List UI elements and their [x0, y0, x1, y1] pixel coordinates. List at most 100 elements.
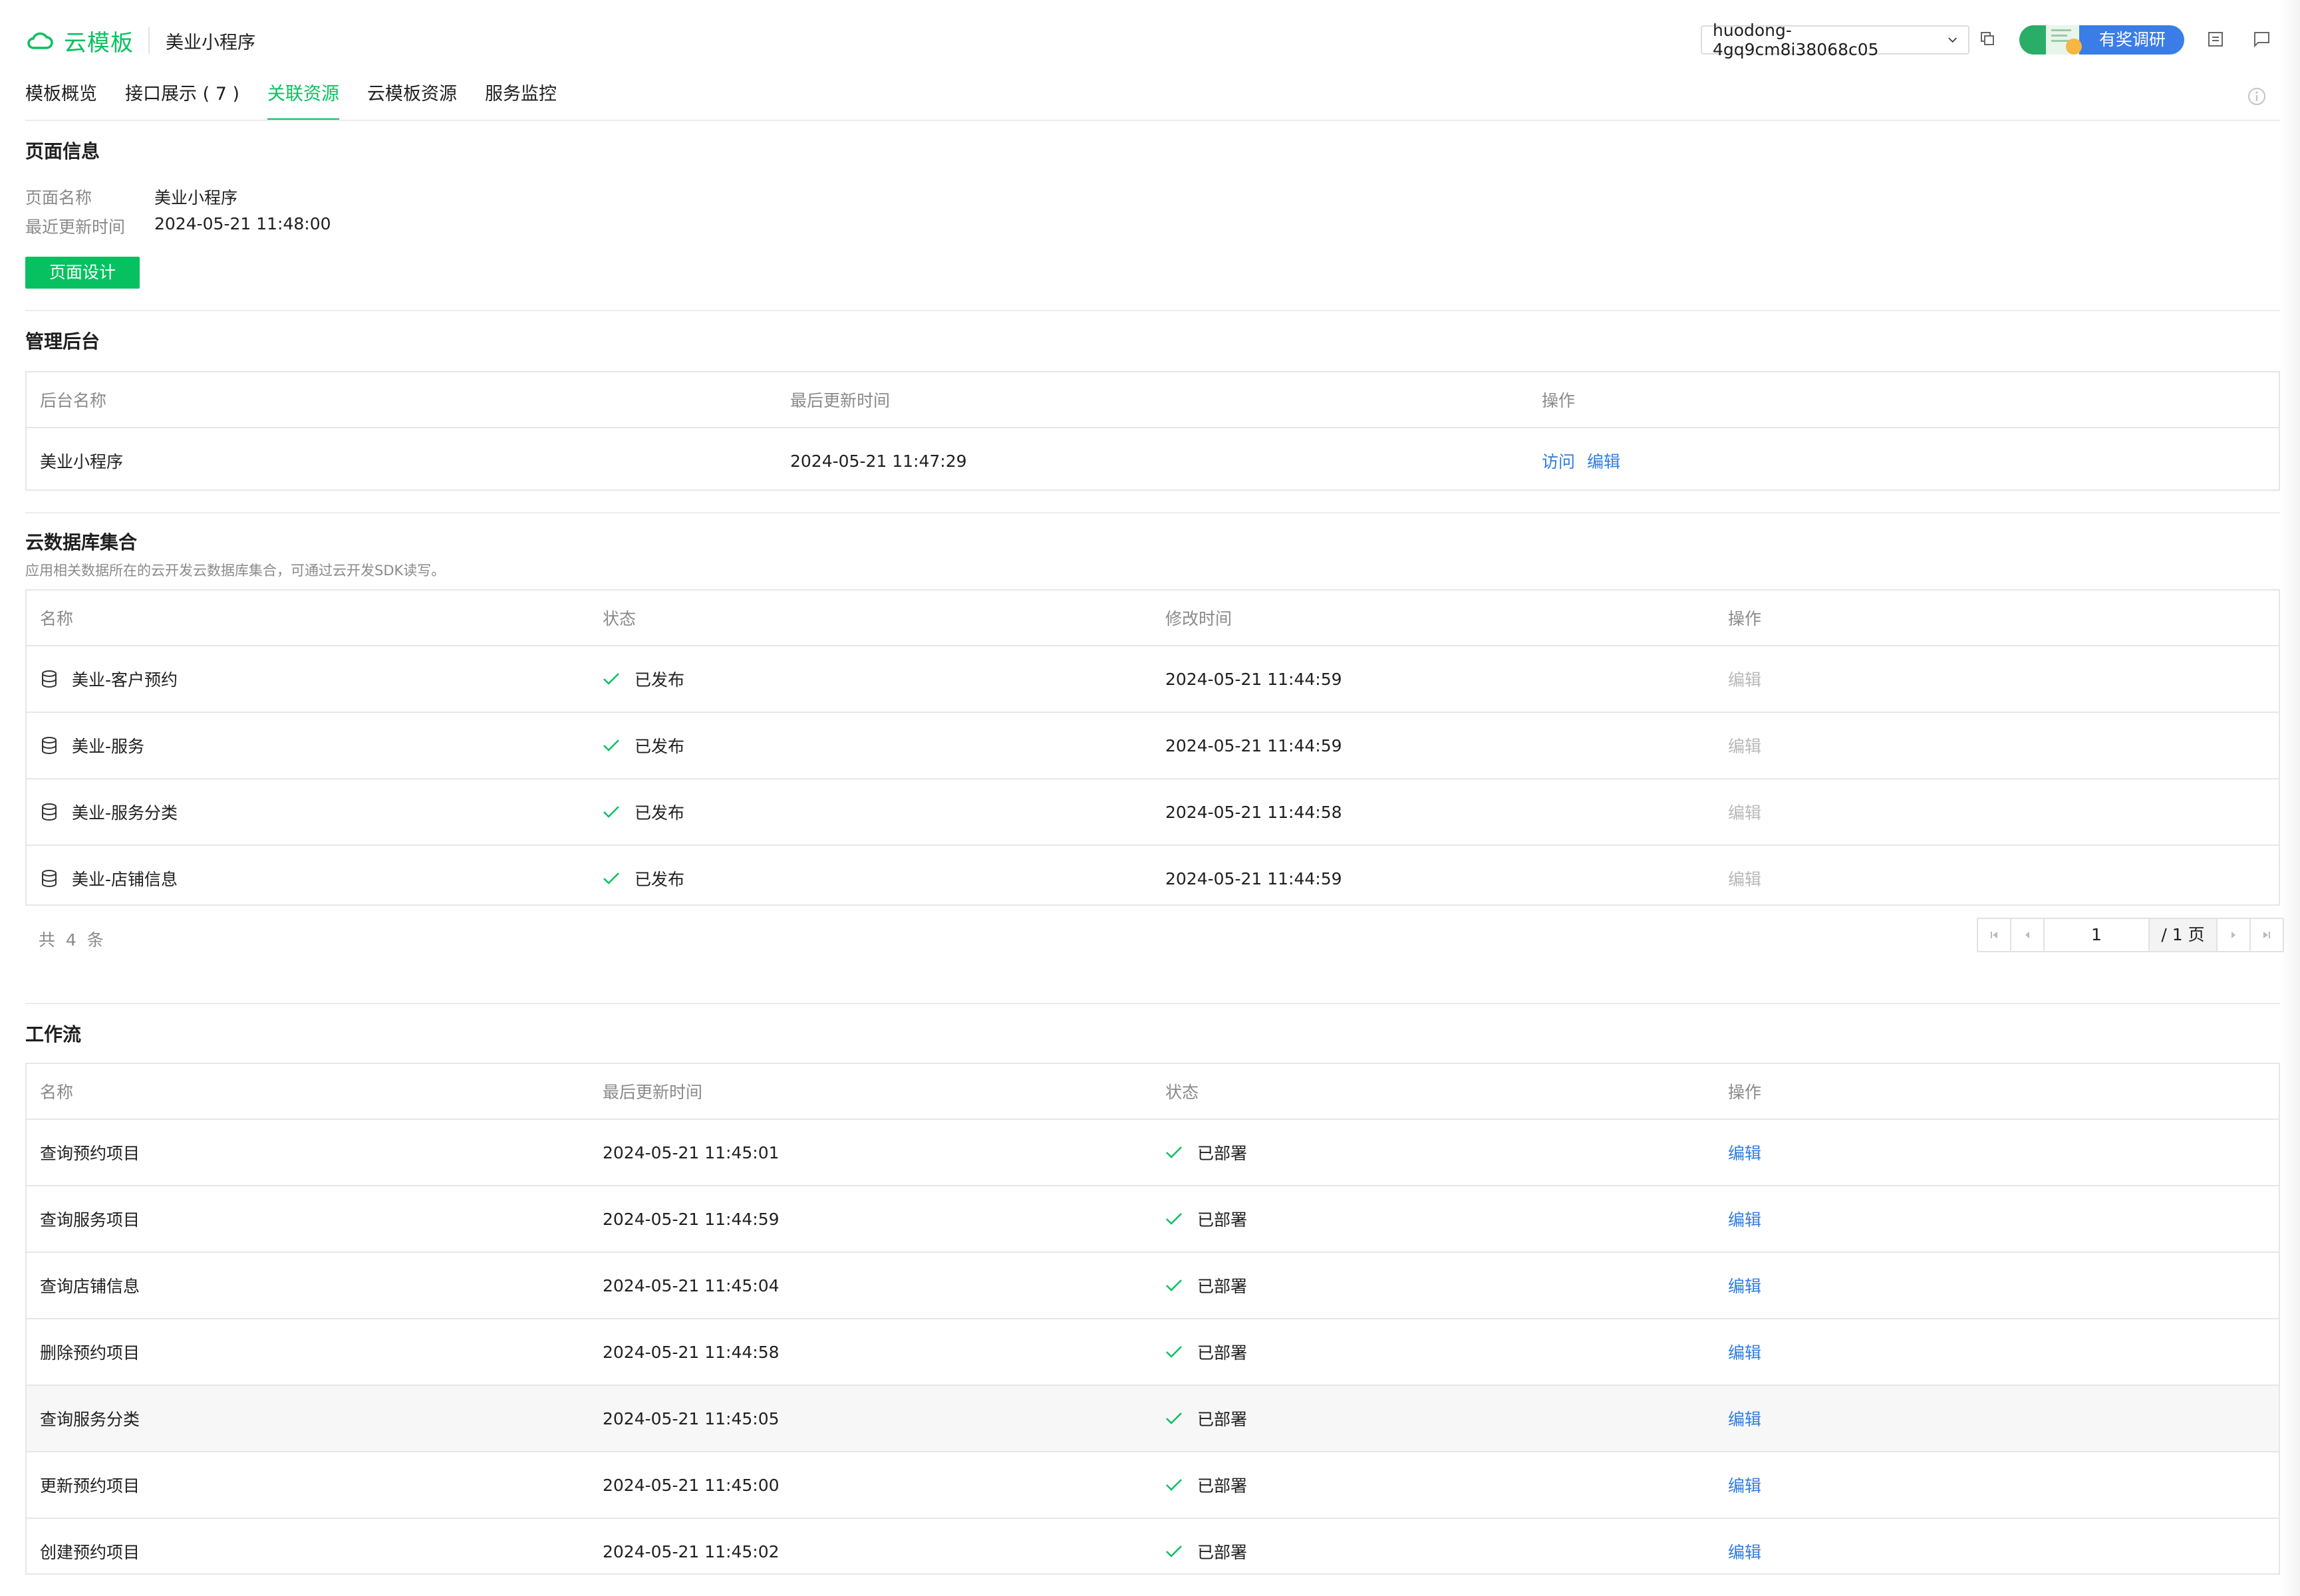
workflow-name: 查询店铺信息	[40, 1277, 140, 1296]
database-icon	[42, 803, 57, 821]
collection-name: 美业-服务分类	[72, 803, 178, 823]
edit-link-disabled: 编辑	[1728, 737, 1762, 756]
tab-template-overview[interactable]: 模板概览	[25, 73, 97, 121]
page-total: / 1 页	[2150, 919, 2218, 951]
check-icon	[603, 872, 619, 884]
edit-link[interactable]: 编辑	[1728, 1120, 1761, 1185]
workflow-name: 查询预约项目	[40, 1144, 140, 1163]
check-icon	[1166, 1146, 1182, 1158]
check-icon	[1166, 1479, 1182, 1491]
updated-time-value: 2024-05-21 11:48:00	[154, 214, 331, 233]
app-name: 美业小程序	[166, 32, 255, 53]
table-row: 美业小程序 2024-05-21 11:47:29 访问 编辑	[27, 428, 2279, 493]
check-icon	[1166, 1279, 1182, 1291]
tabs-divider	[25, 120, 2280, 121]
survey-label: 有奖调研	[2099, 30, 2166, 49]
column-header: 操作	[1728, 609, 1762, 628]
column-header: 状态	[1165, 1083, 1199, 1102]
workflow-time: 2024-05-21 11:45:04	[603, 1275, 780, 1295]
copy-icon[interactable]	[1979, 31, 1995, 47]
database-table: 名称 状态 修改时间 操作 美业-客户预约 已发布 2024-05-21 11:…	[25, 589, 2280, 906]
database-title: 云数据库集合	[25, 531, 138, 553]
table-header: 后台名称 最后更新时间 操作	[27, 372, 2279, 428]
table-row: 美业-服务 已发布 2024-05-21 11:44:59 编辑	[27, 713, 2279, 779]
column-header: 状态	[603, 609, 637, 628]
page-info-title: 页面信息	[25, 140, 100, 162]
chevron-down-icon	[1947, 37, 1957, 43]
edit-link[interactable]: 编辑	[1587, 449, 1620, 473]
check-icon	[1166, 1213, 1182, 1225]
collection-time: 2024-05-21 11:44:58	[1165, 802, 1342, 822]
document-icon[interactable]	[2207, 31, 2224, 48]
workflow-status: 已部署	[1197, 1410, 1248, 1429]
pagination: 1 / 1 页	[1977, 918, 2284, 952]
table-header: 名称 最后更新时间 状态 操作	[27, 1064, 2279, 1120]
next-page-icon[interactable]	[2218, 919, 2251, 951]
logo-text: 云模板	[64, 29, 134, 57]
edit-link[interactable]: 编辑	[1728, 1452, 1761, 1518]
database-subtitle: 应用相关数据所在的云开发云数据库集合，可通过云开发SDK读写。	[25, 563, 446, 579]
collection-status: 已发布	[635, 803, 685, 823]
workflow-name: 查询服务项目	[40, 1210, 140, 1230]
survey-button[interactable]: 有奖调研	[2019, 25, 2184, 55]
page-number-input[interactable]: 1	[2045, 919, 2150, 951]
tab-service-monitoring[interactable]: 服务监控	[485, 73, 557, 121]
tab-cloud-template-resources[interactable]: 云模板资源	[367, 73, 457, 121]
visit-link[interactable]: 访问	[1542, 449, 1575, 473]
check-icon	[603, 739, 619, 751]
header-divider	[148, 27, 150, 54]
edit-link[interactable]: 编辑	[1728, 1253, 1761, 1318]
section-divider	[25, 1003, 2280, 1004]
environment-select[interactable]: huodong-4gq9cm8i38068c05	[1701, 21, 1969, 59]
logo[interactable]: 云模板 美业小程序	[25, 24, 255, 57]
table-header: 名称 状态 修改时间 操作	[27, 591, 2279, 646]
workflow-time: 2024-05-21 11:44:59	[603, 1209, 780, 1229]
collection-status: 已发布	[635, 670, 685, 690]
prev-page-icon[interactable]	[2011, 919, 2045, 951]
database-icon	[42, 737, 57, 754]
workflow-status: 已部署	[1197, 1277, 1248, 1296]
tab-related-resources[interactable]: 关联资源	[267, 73, 339, 121]
section-divider	[25, 512, 2280, 513]
column-header: 后台名称	[40, 391, 107, 410]
collection-time: 2024-05-21 11:44:59	[1165, 669, 1342, 689]
check-icon	[603, 806, 619, 818]
workflow-time: 2024-05-21 11:45:05	[603, 1408, 780, 1428]
info-icon[interactable]	[2247, 86, 2267, 106]
workflow-status: 已部署	[1197, 1476, 1248, 1496]
check-icon	[1166, 1346, 1182, 1358]
collection-name: 美业-服务	[72, 737, 145, 756]
admin-updated: 2024-05-21 11:47:29	[790, 451, 967, 471]
collection-status: 已发布	[635, 737, 685, 756]
updated-time-label: 最近更新时间	[25, 217, 126, 237]
feedback-icon[interactable]	[2252, 31, 2271, 48]
workflow-time: 2024-05-21 11:44:58	[603, 1342, 780, 1362]
right-panel-shadow	[2280, 0, 2300, 1596]
column-header: 最后更新时间	[603, 1083, 703, 1102]
edit-link[interactable]: 编辑	[1728, 1519, 1761, 1584]
column-header: 名称	[40, 609, 74, 628]
first-page-icon[interactable]	[1978, 919, 2011, 951]
workflow-status: 已部署	[1197, 1144, 1248, 1163]
admin-table: 后台名称 最后更新时间 操作 美业小程序 2024-05-21 11:47:29…	[25, 371, 2280, 491]
edit-link[interactable]: 编辑	[1728, 1386, 1761, 1451]
cloud-logo-icon	[27, 32, 53, 49]
edit-link[interactable]: 编辑	[1728, 1319, 1761, 1385]
admin-title: 管理后台	[25, 331, 100, 352]
collection-time: 2024-05-21 11:44:59	[1165, 868, 1342, 888]
column-header: 修改时间	[1165, 609, 1232, 628]
workflow-name: 创建预约项目	[40, 1543, 140, 1562]
edit-link[interactable]: 编辑	[1728, 1186, 1761, 1252]
table-row-hovered: 查询服务分类 2024-05-21 11:45:05 已部署 编辑	[27, 1386, 2279, 1452]
workflow-name: 更新预约项目	[40, 1476, 140, 1496]
tab-api-display[interactable]: 接口展示 ( 7 )	[125, 73, 239, 121]
table-row: 更新预约项目 2024-05-21 11:45:00 已部署 编辑	[27, 1452, 2279, 1519]
table-row: 查询店铺信息 2024-05-21 11:45:04 已部署 编辑	[27, 1253, 2279, 1319]
collection-name: 美业-客户预约	[72, 670, 178, 690]
workflow-table: 名称 最后更新时间 状态 操作 查询预约项目 2024-05-21 11:45:…	[25, 1063, 2280, 1575]
tab-bar: 模板概览 接口展示 ( 7 ) 关联资源 云模板资源 服务监控	[25, 73, 585, 121]
last-page-icon[interactable]	[2251, 919, 2283, 951]
page-design-button[interactable]: 页面设计	[25, 257, 140, 289]
workflow-name: 删除预约项目	[40, 1343, 140, 1363]
collection-status: 已发布	[635, 870, 685, 889]
